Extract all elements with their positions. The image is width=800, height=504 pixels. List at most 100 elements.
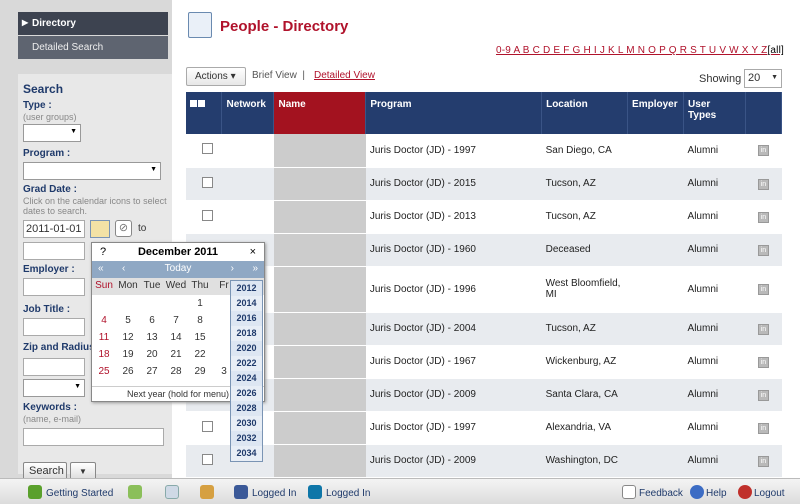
logout-link[interactable]: Logout: [754, 488, 785, 499]
brief-label[interactable]: Brief View: [252, 70, 297, 81]
col-program[interactable]: Program: [365, 92, 543, 134]
year-option[interactable]: 2012: [231, 281, 262, 296]
calendar-day[interactable]: 5: [116, 315, 140, 329]
calendar-day[interactable]: 11: [92, 332, 116, 346]
calendar-icon[interactable]: [90, 220, 110, 238]
expand-icon[interactable]: [190, 100, 197, 107]
prev-month-icon[interactable]: ‹: [122, 263, 125, 274]
calendar-day[interactable]: 13: [140, 332, 164, 346]
year-option[interactable]: 2030: [231, 416, 262, 431]
program-select[interactable]: [23, 162, 161, 180]
calendar-day[interactable]: 22: [188, 349, 212, 363]
zip-input[interactable]: [23, 358, 85, 376]
employer-input[interactable]: [23, 278, 85, 296]
showing-select[interactable]: 20 ▼: [744, 69, 782, 88]
calendar-day[interactable]: 4: [92, 315, 116, 329]
name-cell[interactable]: [273, 200, 366, 234]
alpha-all[interactable]: [all]: [767, 45, 784, 56]
card-icon[interactable]: [165, 485, 179, 499]
col-user-types[interactable]: User Types: [683, 92, 746, 134]
calendar-day[interactable]: 6: [140, 315, 164, 329]
row-checkbox[interactable]: [202, 453, 213, 465]
radius-select[interactable]: [23, 379, 85, 397]
col-name[interactable]: Name: [273, 92, 367, 134]
linkedin-icon[interactable]: in: [757, 284, 769, 295]
linkedin-icon[interactable]: in: [757, 389, 769, 401]
next-year-icon[interactable]: »: [252, 263, 258, 274]
year-option[interactable]: 2032: [231, 431, 262, 446]
keywords-input[interactable]: [23, 428, 164, 446]
getting-started-link[interactable]: Getting Started: [46, 488, 113, 499]
name-cell[interactable]: [273, 411, 366, 445]
nav-detailed-search[interactable]: Detailed Search: [18, 36, 168, 59]
year-option[interactable]: 2020: [231, 341, 262, 356]
calendar-day[interactable]: 29: [188, 366, 212, 380]
calendar-today[interactable]: Today: [165, 263, 192, 274]
name-cell[interactable]: [273, 444, 366, 478]
year-option[interactable]: 2034: [231, 446, 262, 461]
linkedin-icon[interactable]: in: [757, 323, 769, 335]
name-cell[interactable]: [273, 378, 366, 412]
prev-year-icon[interactable]: «: [98, 263, 104, 274]
select-all-header[interactable]: [186, 92, 223, 134]
calendar-day[interactable]: 27: [140, 366, 164, 380]
clear-icon[interactable]: ⊘: [115, 220, 132, 237]
row-checkbox[interactable]: [202, 176, 213, 188]
year-option[interactable]: 2022: [231, 356, 262, 371]
detailed-view-link[interactable]: Detailed View: [314, 70, 375, 81]
row-checkbox[interactable]: [202, 209, 213, 221]
year-option[interactable]: 2028: [231, 401, 262, 416]
calendar-day[interactable]: 19: [116, 349, 140, 363]
col-location[interactable]: Location: [541, 92, 629, 134]
calendar-day[interactable]: 7: [164, 315, 188, 329]
name-cell[interactable]: [273, 167, 366, 201]
grad-from-input[interactable]: 2011-01-01: [23, 220, 85, 238]
linkedin-icon[interactable]: in: [757, 244, 769, 256]
name-cell[interactable]: [273, 233, 366, 267]
linkedin-icon[interactable]: in: [757, 145, 769, 157]
calendar-day[interactable]: 8: [188, 315, 212, 329]
linkedin-icon[interactable]: in: [757, 211, 769, 223]
year-option[interactable]: 2016: [231, 311, 262, 326]
calendar-day[interactable]: 1: [188, 298, 212, 312]
linkedin-logged-in[interactable]: Logged In: [326, 488, 371, 499]
col-employer[interactable]: Employer: [627, 92, 685, 134]
linkedin-icon[interactable]: in: [757, 356, 769, 368]
name-cell[interactable]: [273, 345, 366, 379]
people-icon[interactable]: [200, 485, 214, 499]
calendar-help[interactable]: ?: [100, 246, 106, 258]
row-checkbox[interactable]: [202, 420, 213, 432]
help-link[interactable]: Help: [706, 488, 727, 499]
chat-icon[interactable]: [128, 485, 142, 499]
calendar-day[interactable]: 18: [92, 349, 116, 363]
calendar-day[interactable]: 25: [92, 366, 116, 380]
name-cell[interactable]: [273, 134, 366, 168]
calendar-day[interactable]: 15: [188, 332, 212, 346]
calendar-day[interactable]: 26: [116, 366, 140, 380]
year-option[interactable]: 2014: [231, 296, 262, 311]
alpha-letters[interactable]: 0-9 A B C D E F G H I J K L M N O P Q R …: [496, 45, 767, 56]
name-cell[interactable]: [273, 312, 366, 346]
calendar-day[interactable]: 20: [140, 349, 164, 363]
linkedin-icon[interactable]: in: [757, 455, 769, 467]
year-option[interactable]: 2026: [231, 386, 262, 401]
alpha-filter[interactable]: 0-9 A B C D E F G H I J K L M N O P Q R …: [496, 45, 784, 56]
calendar-day[interactable]: 21: [164, 349, 188, 363]
collapse-icon[interactable]: [198, 100, 205, 107]
nav-directory[interactable]: ▶ Directory: [18, 12, 168, 35]
next-month-icon[interactable]: ›: [231, 263, 234, 274]
linkedin-icon[interactable]: in: [757, 178, 769, 190]
name-cell[interactable]: [273, 266, 366, 313]
grad-to-input[interactable]: [23, 242, 85, 260]
actions-button[interactable]: Actions ▾: [186, 67, 246, 86]
close-icon[interactable]: ×: [250, 246, 256, 258]
calendar-day[interactable]: 28: [164, 366, 188, 380]
year-option[interactable]: 2018: [231, 326, 262, 341]
calendar-day[interactable]: 14: [164, 332, 188, 346]
brief-view-link[interactable]: Brief View |: [252, 70, 305, 81]
feedback-link[interactable]: Feedback: [639, 488, 683, 499]
row-checkbox[interactable]: [202, 143, 213, 155]
facebook-logged-in[interactable]: Logged In: [252, 488, 297, 499]
calendar-day[interactable]: 12: [116, 332, 140, 346]
linkedin-icon[interactable]: in: [757, 422, 769, 434]
